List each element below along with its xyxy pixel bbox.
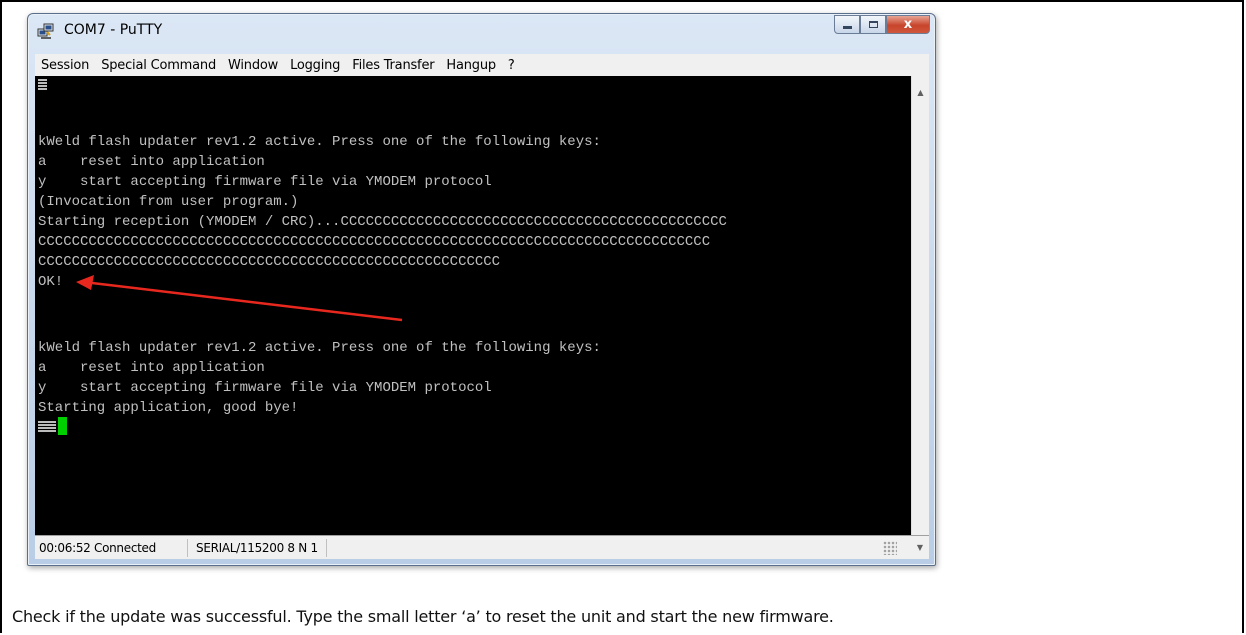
port-settings: SERIAL/115200 8 N 1 xyxy=(188,538,327,557)
terminal-line: a reset into application xyxy=(38,360,265,376)
terminal-line: CCCCCCCCCCCCCCCCCCCCCCCCCCCCCCCCCCCCCCCC… xyxy=(38,234,711,250)
menu-logging[interactable]: Logging xyxy=(284,58,346,73)
scroll-down-icon[interactable]: ▼ xyxy=(917,543,923,552)
putty-window: COM7 - PuTTY x Session Special Command W… xyxy=(27,13,936,566)
terminal-line: y start accepting firmware file via YMOD… xyxy=(38,380,492,396)
menu-special-command[interactable]: Special Command xyxy=(95,58,222,73)
menu-hangup[interactable]: Hangup xyxy=(440,58,502,73)
menu-bar: Session Special Command Window Logging F… xyxy=(35,54,929,77)
vertical-scrollbar[interactable]: ▲ xyxy=(911,76,929,535)
terminal-line: Starting reception (YMODEM / CRC)...CCCC… xyxy=(38,214,727,230)
terminal-garbage-glyphs xyxy=(38,421,56,433)
menu-help[interactable]: ? xyxy=(502,58,521,73)
maximize-button[interactable] xyxy=(860,15,886,34)
menu-window[interactable]: Window xyxy=(222,58,284,73)
window-title: COM7 - PuTTY xyxy=(64,22,163,38)
menu-session[interactable]: Session xyxy=(35,58,95,73)
title-bar[interactable]: COM7 - PuTTY x xyxy=(28,14,935,48)
close-button[interactable]: x xyxy=(886,15,930,34)
instruction-caption: Check if the update was successful. Type… xyxy=(12,607,834,626)
terminal-line: kWeld flash updater rev1.2 active. Press… xyxy=(38,134,601,150)
window-controls: x xyxy=(834,15,930,35)
terminal-line: CCCCCCCCCCCCCCCCCCCCCCCCCCCCCCCCCCCCCCCC… xyxy=(38,254,501,270)
minimize-button[interactable] xyxy=(834,15,860,34)
resize-grip-icon[interactable] xyxy=(882,540,897,555)
terminal-screen[interactable]: kWeld flash updater rev1.2 active. Press… xyxy=(35,76,911,535)
scroll-up-icon[interactable]: ▲ xyxy=(912,84,929,101)
terminal-line: (Invocation from user program.) xyxy=(38,194,299,210)
close-icon: x xyxy=(903,17,913,32)
terminal-line: kWeld flash updater rev1.2 active. Press… xyxy=(38,340,601,356)
terminal-cursor xyxy=(58,417,67,435)
terminal-area: kWeld flash updater rev1.2 active. Press… xyxy=(35,76,929,535)
putty-app-icon[interactable] xyxy=(37,22,55,40)
terminal-line-ok: OK! xyxy=(38,274,64,290)
terminal-garbage-glyph xyxy=(38,79,47,91)
maximize-icon xyxy=(868,21,878,28)
terminal-line: y start accepting firmware file via YMOD… xyxy=(38,174,492,190)
terminal-line: Starting application, good bye! xyxy=(38,400,299,416)
terminal-line: a reset into application xyxy=(38,154,265,170)
menu-files-transfer[interactable]: Files Transfer xyxy=(346,58,440,73)
status-bar: 00:06:52 Connected SERIAL/115200 8 N 1 ▼ xyxy=(35,535,929,559)
minimize-icon xyxy=(842,26,852,29)
connection-status: 00:06:52 Connected xyxy=(35,538,188,557)
